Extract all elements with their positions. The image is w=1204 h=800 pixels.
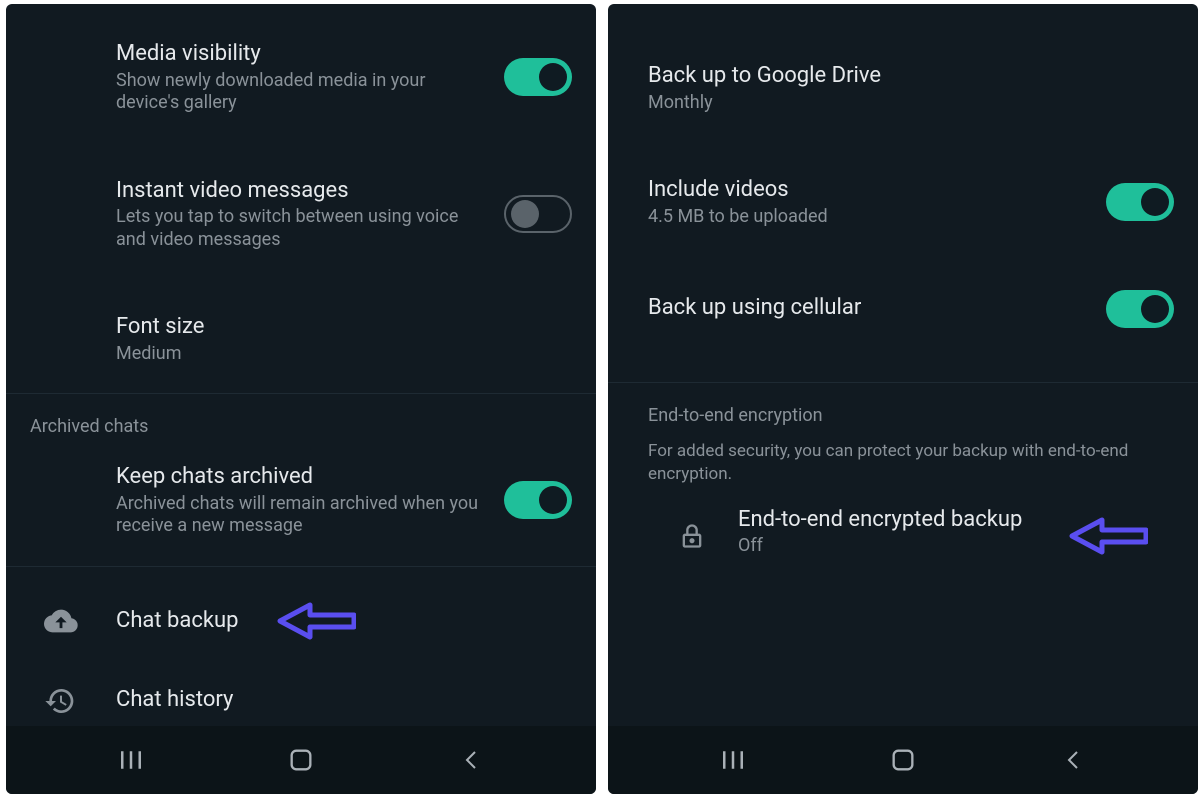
row-media-visibility[interactable]: Media visibility Show newly downloaded m… [6,22,596,133]
cellular-title: Back up using cellular [648,294,1090,322]
instant-video-toggle[interactable] [504,195,572,233]
row-font-size[interactable]: Font size Medium [6,295,596,383]
nav-recents-button[interactable] [705,732,761,788]
content-left: Media visibility Show newly downloaded m… [6,4,596,726]
cellular-toggle[interactable] [1106,290,1174,328]
media-visibility-title: Media visibility [116,40,488,68]
nav-bar [6,726,596,794]
row-chat-history[interactable]: Chat history [6,664,596,726]
archived-chats-header: Archived chats [6,394,596,445]
nav-back-button[interactable] [1045,732,1101,788]
include-videos-title: Include videos [648,176,1090,204]
nav-home-button[interactable] [273,732,329,788]
nav-recents-button[interactable] [103,732,159,788]
backup-screen-right: Back up to Google Drive Monthly Include … [608,4,1198,794]
instant-video-title: Instant video messages [116,177,488,205]
media-visibility-sub: Show newly downloaded media in your devi… [116,70,488,115]
chat-history-label: Chat history [116,686,556,714]
content-right: Back up to Google Drive Monthly Include … [608,4,1198,726]
lock-icon [678,522,706,550]
keep-archived-toggle[interactable] [504,481,572,519]
gdrive-sub: Monthly [648,92,1158,115]
instant-video-sub: Lets you tap to switch between using voi… [116,206,488,251]
history-icon [44,685,76,717]
keep-archived-sub: Archived chats will remain archived when… [116,493,488,538]
settings-screen-left: Media visibility Show newly downloaded m… [6,4,596,794]
media-visibility-toggle[interactable] [504,58,572,96]
font-size-sub: Medium [116,343,556,366]
keep-archived-title: Keep chats archived [116,463,488,491]
row-include-videos[interactable]: Include videos 4.5 MB to be uploaded [608,158,1198,246]
row-gdrive[interactable]: Back up to Google Drive Monthly [608,44,1198,132]
gdrive-title: Back up to Google Drive [648,62,1158,90]
nav-bar [608,726,1198,794]
e2e-backup-sub: Off [738,535,1158,558]
chat-backup-label: Chat backup [116,607,556,635]
font-size-title: Font size [116,313,556,341]
include-videos-toggle[interactable] [1106,183,1174,221]
include-videos-sub: 4.5 MB to be uploaded [648,206,1090,229]
e2e-header: End-to-end encryption [608,383,1198,434]
e2e-backup-title: End-to-end encrypted backup [738,506,1158,534]
cloud-upload-icon [44,604,78,638]
row-chat-backup[interactable]: Chat backup [6,585,596,659]
e2e-desc: For added security, you can protect your… [608,434,1198,496]
row-instant-video[interactable]: Instant video messages Lets you tap to s… [6,159,596,270]
row-e2e-backup[interactable]: End-to-end encrypted backup Off [608,496,1198,576]
nav-home-button[interactable] [875,732,931,788]
row-cellular[interactable]: Back up using cellular [608,272,1198,346]
nav-back-button[interactable] [443,732,499,788]
row-keep-archived[interactable]: Keep chats archived Archived chats will … [6,445,596,556]
